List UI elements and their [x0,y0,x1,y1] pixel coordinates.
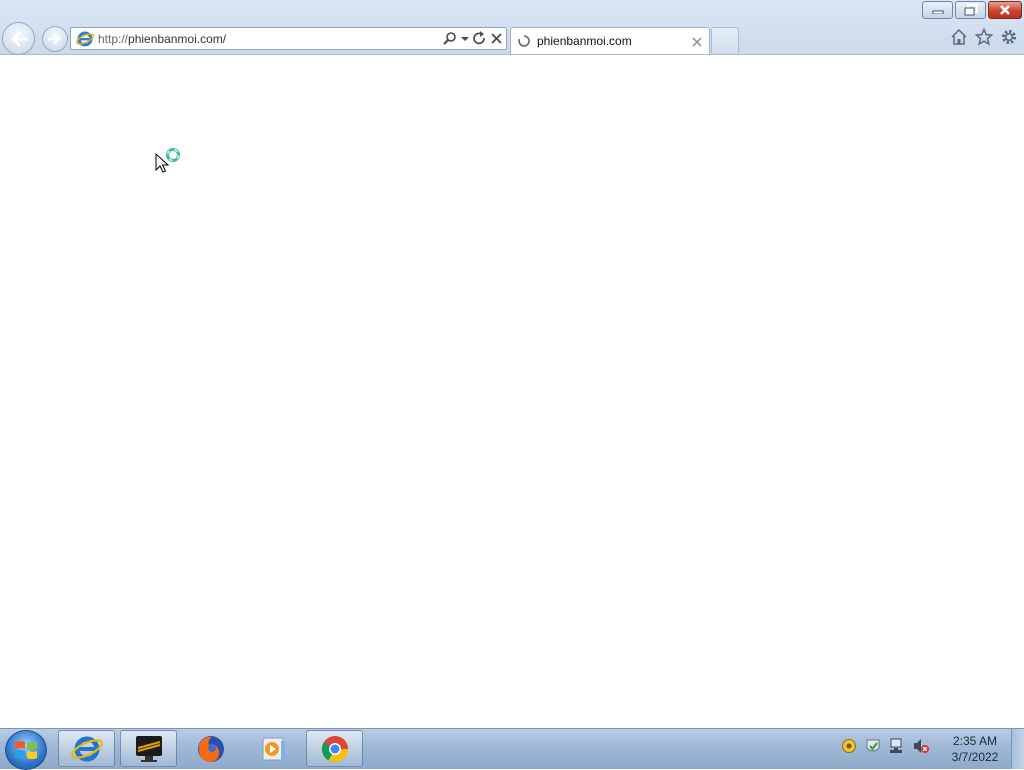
back-arrow-icon [11,31,27,46]
taskbar: 2:35 AM 3/7/2022 [0,728,1024,770]
minimize-button[interactable] [922,1,953,19]
clock-time: 2:35 AM [952,734,998,748]
taskbar-cm-app[interactable] [120,730,177,767]
browser-chrome: http://phienbanmoi.com/ phienbanmoi.com [0,0,1024,55]
url-protocol: http:// [98,31,129,46]
taskbar-firefox[interactable] [182,730,239,767]
favorites-star-icon[interactable] [974,27,994,46]
busy-cursor-icon [155,148,180,173]
url-text[interactable]: http://phienbanmoi.com/ [98,32,443,46]
settings-gear-icon[interactable] [1000,28,1018,46]
restore-icon [964,4,978,16]
firefox-icon [197,735,224,762]
windows-logo-icon [15,741,37,759]
network-icon[interactable] [840,737,858,755]
volume-muted-icon[interactable] [912,737,930,755]
clock-date: 3/7/2022 [951,750,999,764]
window-controls [920,1,1022,21]
media-player-icon [262,737,285,760]
taskbar-media-player[interactable] [244,730,301,767]
minimize-icon [932,10,943,14]
close-icon [1000,5,1010,15]
search-icon[interactable] [443,31,458,46]
show-desktop-button[interactable] [1011,729,1024,769]
close-button[interactable] [988,1,1022,19]
url-host: phienbanmoi.com/ [128,31,227,46]
address-bar[interactable]: http://phienbanmoi.com/ [70,27,507,50]
system-clock[interactable]: 2:35 AM 3/7/2022 [944,733,1006,765]
chrome-icon [321,735,348,762]
back-button[interactable] [2,22,35,55]
home-icon[interactable] [950,28,968,46]
taskbar-internet-explorer[interactable] [58,730,115,767]
internet-explorer-icon [76,30,94,48]
command-icons [950,27,1018,46]
tab-close-icon[interactable] [691,35,703,47]
restore-button[interactable] [955,1,986,19]
forward-arrow-icon [48,33,61,45]
loading-spinner-icon [517,34,531,48]
tab-active[interactable]: phienbanmoi.com [510,27,710,54]
stop-icon[interactable] [489,31,504,46]
dropdown-icon[interactable] [460,31,470,46]
tab-title: phienbanmoi.com [537,34,632,48]
start-button[interactable] [5,730,47,770]
taskbar-chrome[interactable] [306,730,363,767]
new-tab-button[interactable] [711,27,739,53]
network-connection-icon[interactable] [888,737,906,755]
security-center-icon[interactable] [864,737,882,755]
page-content[interactable] [0,55,1024,728]
internet-explorer-icon [70,736,103,761]
cm-monitor-icon [135,735,162,762]
refresh-icon[interactable] [472,31,487,46]
forward-button[interactable] [42,26,68,52]
system-tray [840,737,930,755]
